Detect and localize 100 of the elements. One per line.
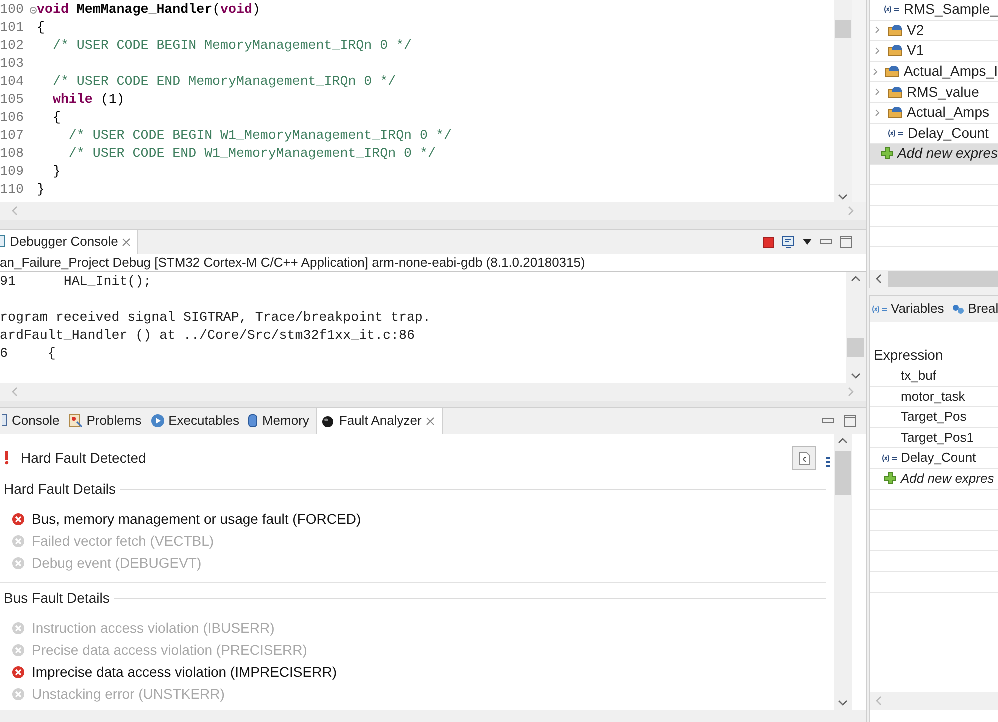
- dropdown-icon[interactable]: [803, 239, 812, 245]
- view-tab[interactable]: Variables: [872, 299, 944, 319]
- line-number: 101: [0, 19, 25, 37]
- code-line: {: [37, 19, 45, 37]
- horizontal-scrollbar[interactable]: [0, 202, 866, 220]
- expression-name: motor_task: [901, 388, 966, 406]
- close-icon[interactable]: [122, 238, 132, 246]
- tab-label: Console: [12, 412, 60, 430]
- console-icon: [2, 414, 8, 428]
- tab-label: Problems: [86, 412, 142, 430]
- scrollbar-thumb[interactable]: [847, 338, 864, 357]
- expand-icon[interactable]: [874, 46, 880, 55]
- chevron-down-icon[interactable]: [838, 194, 848, 200]
- chevron-left-icon: [876, 696, 882, 706]
- variable-icon: [872, 304, 888, 314]
- expression-name: Delay_Count: [901, 449, 976, 468]
- expression-name: V1: [907, 41, 924, 60]
- chevron-down-icon: [838, 700, 848, 706]
- maximize-icon[interactable]: [844, 415, 856, 427]
- folder-icon: [888, 106, 903, 120]
- stop-icon[interactable]: [763, 236, 774, 248]
- tab-label: Variables: [891, 300, 944, 318]
- error-icon: [12, 556, 25, 570]
- expression-name: Actual_Amps_I: [904, 62, 998, 82]
- code-line: /* USER CODE END MemoryManagement_IRQn 0 */: [52, 73, 396, 91]
- error-icon: [12, 644, 25, 656]
- code-line: while (1): [52, 91, 125, 109]
- chevron-right-icon: [848, 206, 854, 216]
- expand-icon[interactable]: [874, 108, 880, 117]
- fault-item: Debug event (DEBUGEVT): [32, 554, 202, 573]
- chevron-left-icon: [12, 387, 18, 397]
- tab-label: Debugger Console: [10, 233, 118, 252]
- error-icon: [12, 688, 25, 700]
- error-icon: [12, 534, 25, 548]
- minimize-icon[interactable]: [820, 239, 832, 245]
- tab-label: Executables: [168, 412, 240, 430]
- line-number: 109: [0, 163, 25, 181]
- minimize-icon[interactable]: [822, 418, 834, 424]
- line-number: 106: [0, 109, 25, 127]
- expression-name: RMS_value: [907, 82, 980, 102]
- chevron-left-icon: [12, 206, 18, 216]
- chevron-up-icon: [838, 438, 848, 444]
- fold-icon[interactable]: [30, 6, 37, 14]
- chevron-left-icon: [876, 274, 882, 284]
- vertical-scrollbar[interactable]: [834, 0, 852, 202]
- fault-status: Hard Fault Detected: [21, 448, 146, 468]
- list-icon: [826, 456, 830, 470]
- launch-title: an_Failure_Project Debug [STM32 Cortex-M C/C++ Application] arm-none-eabi-gdb (8.1.0.20180315): [0, 254, 866, 272]
- panel-tab[interactable]: Fault Analyzer: [316, 408, 443, 434]
- folder-icon: [888, 44, 903, 58]
- code-line: /* USER CODE BEGIN W1_MemoryManagement_IRQn 0 */: [68, 127, 452, 145]
- expand-icon[interactable]: [874, 26, 880, 34]
- horizontal-scrollbar[interactable]: [0, 383, 866, 401]
- expression-name: tx_buf: [901, 367, 936, 386]
- line-number: 108: [0, 145, 25, 163]
- error-icon: [12, 622, 25, 634]
- play-icon: [150, 414, 165, 428]
- code-line: /* USER CODE END W1_MemoryManagement_IRQn 0 */: [68, 145, 436, 163]
- monitor-icon[interactable]: [782, 236, 795, 248]
- chevron-right-icon: [848, 387, 854, 397]
- code-line: /* USER CODE BEGIN MemoryManagement_IRQn 0 */: [52, 37, 412, 55]
- line-number: 104: [0, 73, 25, 91]
- panel-tab[interactable]: Console: [0, 408, 67, 434]
- view-tab[interactable]: Breal: [952, 299, 998, 319]
- problems-icon: [68, 414, 83, 428]
- maximize-icon[interactable]: [840, 236, 852, 248]
- scrollbar-thumb[interactable]: [835, 20, 851, 38]
- expand-icon[interactable]: [874, 88, 880, 96]
- code-line: }: [52, 163, 61, 181]
- add-icon: [880, 147, 894, 160]
- horizontal-scrollbar[interactable]: [870, 270, 998, 288]
- code-line: {: [52, 109, 61, 127]
- expression-name: Target_Pos: [901, 408, 967, 426]
- fault-item: Precise data access violation (PRECISERR): [32, 640, 308, 660]
- expression-name: Delay_Count: [908, 124, 989, 143]
- c-file-button[interactable]: [792, 446, 816, 470]
- panel-tab[interactable]: Memory: [246, 408, 316, 434]
- group-title: Bus Fault Details: [4, 588, 111, 608]
- expression-name[interactable]: Add new expres: [901, 469, 994, 489]
- fault-item: Instruction access violation (IBUSERR): [32, 618, 275, 638]
- variable-icon: [884, 5, 900, 14]
- exclamation-icon: [4, 451, 10, 465]
- c-file-icon: [798, 452, 810, 464]
- folder-icon: [884, 65, 900, 78]
- scrollbar-thumb[interactable]: [835, 451, 851, 495]
- fault-item: Imprecise data access violation (IMPRECISERR): [32, 662, 337, 682]
- tab-label: Breal: [968, 300, 998, 318]
- error-icon: [12, 666, 25, 678]
- panel-tab[interactable]: Executables: [148, 408, 246, 434]
- line-number: 100: [0, 1, 25, 19]
- group-title: Hard Fault Details: [4, 480, 118, 498]
- console-tab[interactable]: Debugger Console: [0, 230, 138, 254]
- breakpoints-icon: [952, 304, 966, 314]
- close-icon[interactable]: [426, 416, 435, 426]
- expression-name: RMS_Sample_: [904, 0, 998, 20]
- panel-tab[interactable]: Problems: [66, 408, 149, 434]
- tab-label: Memory: [262, 412, 310, 430]
- chevron-up-icon: [851, 276, 861, 282]
- expand-icon[interactable]: [872, 68, 878, 76]
- line-number: 103: [0, 55, 25, 73]
